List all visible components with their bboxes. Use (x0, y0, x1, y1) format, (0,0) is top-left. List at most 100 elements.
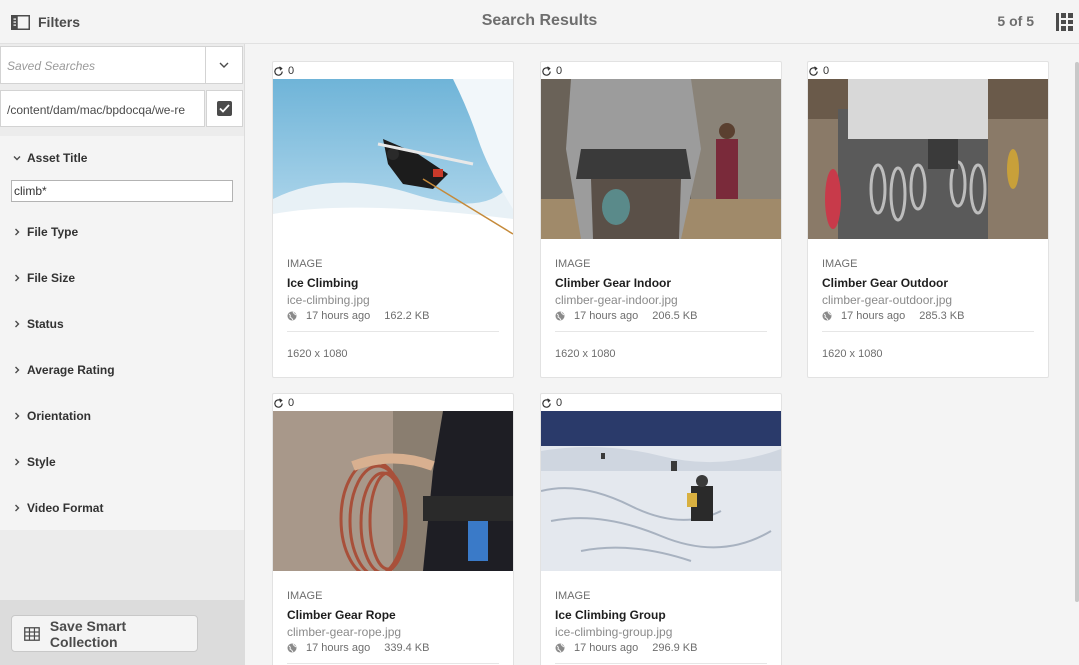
refresh-icon (274, 397, 283, 408)
facet-file-type[interactable]: File Type (0, 221, 244, 243)
card-divider (555, 331, 767, 332)
facet-style[interactable]: Style (0, 451, 244, 473)
asset-card-climber-gear-rope[interactable]: 0 IMAGE Climber Gear Rope climber-gear-r… (272, 393, 514, 665)
saved-searches-select[interactable]: Saved Searches (0, 46, 243, 84)
file-size: 339.4 KB (384, 642, 430, 654)
path-input[interactable]: /content/dam/mac/bpdocqa/we-re (0, 90, 205, 127)
file-size: 285.3 KB (919, 310, 965, 322)
results-scrollbar[interactable] (1075, 62, 1079, 602)
revision-count: 0 (541, 64, 562, 78)
asset-filename: climber-gear-rope.jpg (287, 625, 402, 639)
harness-back-photo-icon (541, 79, 781, 239)
revision-count-value: 0 (556, 397, 563, 409)
revision-count-value: 0 (823, 65, 830, 77)
chevron-down-icon (219, 62, 229, 68)
globe-icon (555, 643, 565, 653)
revision-count-value: 0 (288, 65, 295, 77)
globe-icon (822, 311, 832, 321)
chevron-right-icon (15, 366, 20, 374)
modified-time: 17 hours ago (574, 642, 639, 654)
asset-title: Climber Gear Indoor (555, 276, 672, 290)
asset-card-ice-climbing-group[interactable]: 0 IMAGE Ice Climbing Group ice-climbing-… (540, 393, 782, 665)
refresh-icon (542, 397, 551, 408)
asset-type: IMAGE (287, 258, 323, 270)
filters-label: Filters (38, 14, 81, 30)
revision-count-value: 0 (556, 65, 563, 77)
asset-title-input[interactable]: climb* (11, 180, 233, 202)
asset-dimensions: 1620 x 1080 (822, 348, 883, 360)
globe-icon (287, 311, 297, 321)
facet-label: File Type (27, 225, 79, 239)
card-divider (555, 663, 767, 664)
asset-dimensions: 1620 x 1080 (555, 348, 616, 360)
revision-count: 0 (273, 64, 294, 78)
top-bar: Filters Search Results 5 of 5 (0, 0, 1079, 44)
facet-label: Orientation (27, 409, 92, 423)
asset-thumbnail[interactable] (541, 79, 781, 239)
facet-average-rating[interactable]: Average Rating (0, 359, 244, 381)
chevron-right-icon (15, 504, 20, 512)
rail-toggle-icon (11, 14, 30, 30)
refresh-icon (809, 65, 818, 76)
facet-list: Asset Title climb* File Type File Size S… (0, 136, 244, 530)
card-divider (287, 331, 499, 332)
asset-thumbnail[interactable] (273, 79, 513, 239)
checkbox-checked-icon (217, 101, 232, 116)
asset-thumbnail[interactable] (541, 411, 781, 571)
facet-orientation[interactable]: Orientation (0, 405, 244, 427)
facet-status[interactable]: Status (0, 313, 244, 335)
saved-searches-dropdown-button[interactable] (205, 47, 242, 83)
facet-video-format[interactable]: Video Format (0, 497, 244, 519)
asset-title: Climber Gear Outdoor (822, 276, 949, 290)
save-smart-collection-button[interactable]: Save Smart Collection (11, 615, 198, 652)
collection-icon (24, 626, 40, 641)
globe-icon (555, 311, 565, 321)
asset-filename: ice-climbing-group.jpg (555, 625, 673, 639)
asset-title: Climber Gear Rope (287, 608, 396, 622)
asset-meta: 17 hours ago 339.4 KB (287, 642, 429, 654)
revision-count-value: 0 (288, 397, 295, 409)
results-grid: 0 IMAGE Ice Climbing ice-climbing.jpg 17… (245, 44, 1079, 665)
asset-meta: 17 hours ago 206.5 KB (555, 310, 697, 322)
globe-icon (287, 643, 297, 653)
ice-climber-photo-icon (273, 79, 513, 239)
asset-type: IMAGE (555, 590, 591, 602)
asset-dimensions: 1620 x 1080 (287, 348, 348, 360)
sidebar-footer: Save Smart Collection (0, 600, 244, 665)
file-size: 206.5 KB (652, 310, 698, 322)
refresh-icon (274, 65, 283, 76)
file-size: 296.9 KB (652, 642, 698, 654)
card-view-icon[interactable] (1056, 13, 1074, 31)
filters-toggle-button[interactable]: Filters (11, 12, 80, 32)
asset-thumbnail[interactable] (808, 79, 1048, 239)
modified-time: 17 hours ago (574, 310, 639, 322)
chevron-right-icon (15, 228, 20, 236)
file-size: 162.2 KB (384, 310, 430, 322)
modified-time: 17 hours ago (306, 310, 371, 322)
path-checkbox[interactable] (206, 90, 243, 127)
asset-card-climber-gear-indoor[interactable]: 0 IMAGE Climber Gear Indoor climber-gear… (540, 61, 782, 378)
revision-count: 0 (541, 396, 562, 410)
rope-coil-photo-icon (273, 411, 513, 571)
chevron-down-icon (13, 156, 21, 161)
facet-label: File Size (27, 271, 76, 285)
page-title: Search Results (481, 12, 598, 29)
save-smart-collection-label: Save Smart Collection (49, 617, 127, 650)
path-filter-row: /content/dam/mac/bpdocqa/we-re (0, 90, 243, 128)
asset-type: IMAGE (555, 258, 591, 270)
asset-card-climber-gear-outdoor[interactable]: 0 IMAGE Climber Gear Outdoor climber-gea… (807, 61, 1049, 378)
chevron-right-icon (15, 412, 20, 420)
facet-label: Style (27, 455, 56, 469)
carabiners-photo-icon (808, 79, 1048, 239)
facet-label: Video Format (27, 501, 104, 515)
asset-meta: 17 hours ago 162.2 KB (287, 310, 429, 322)
asset-title: Ice Climbing Group (555, 608, 666, 622)
facet-file-size[interactable]: File Size (0, 267, 244, 289)
facet-asset-title[interactable]: Asset Title (0, 147, 244, 169)
glacier-group-photo-icon (541, 411, 781, 571)
asset-card-ice-climbing[interactable]: 0 IMAGE Ice Climbing ice-climbing.jpg 17… (272, 61, 514, 378)
asset-meta: 17 hours ago 296.9 KB (555, 642, 697, 654)
asset-thumbnail[interactable] (273, 411, 513, 571)
asset-meta: 17 hours ago 285.3 KB (822, 310, 964, 322)
result-count: 5 of 5 (997, 13, 1034, 29)
